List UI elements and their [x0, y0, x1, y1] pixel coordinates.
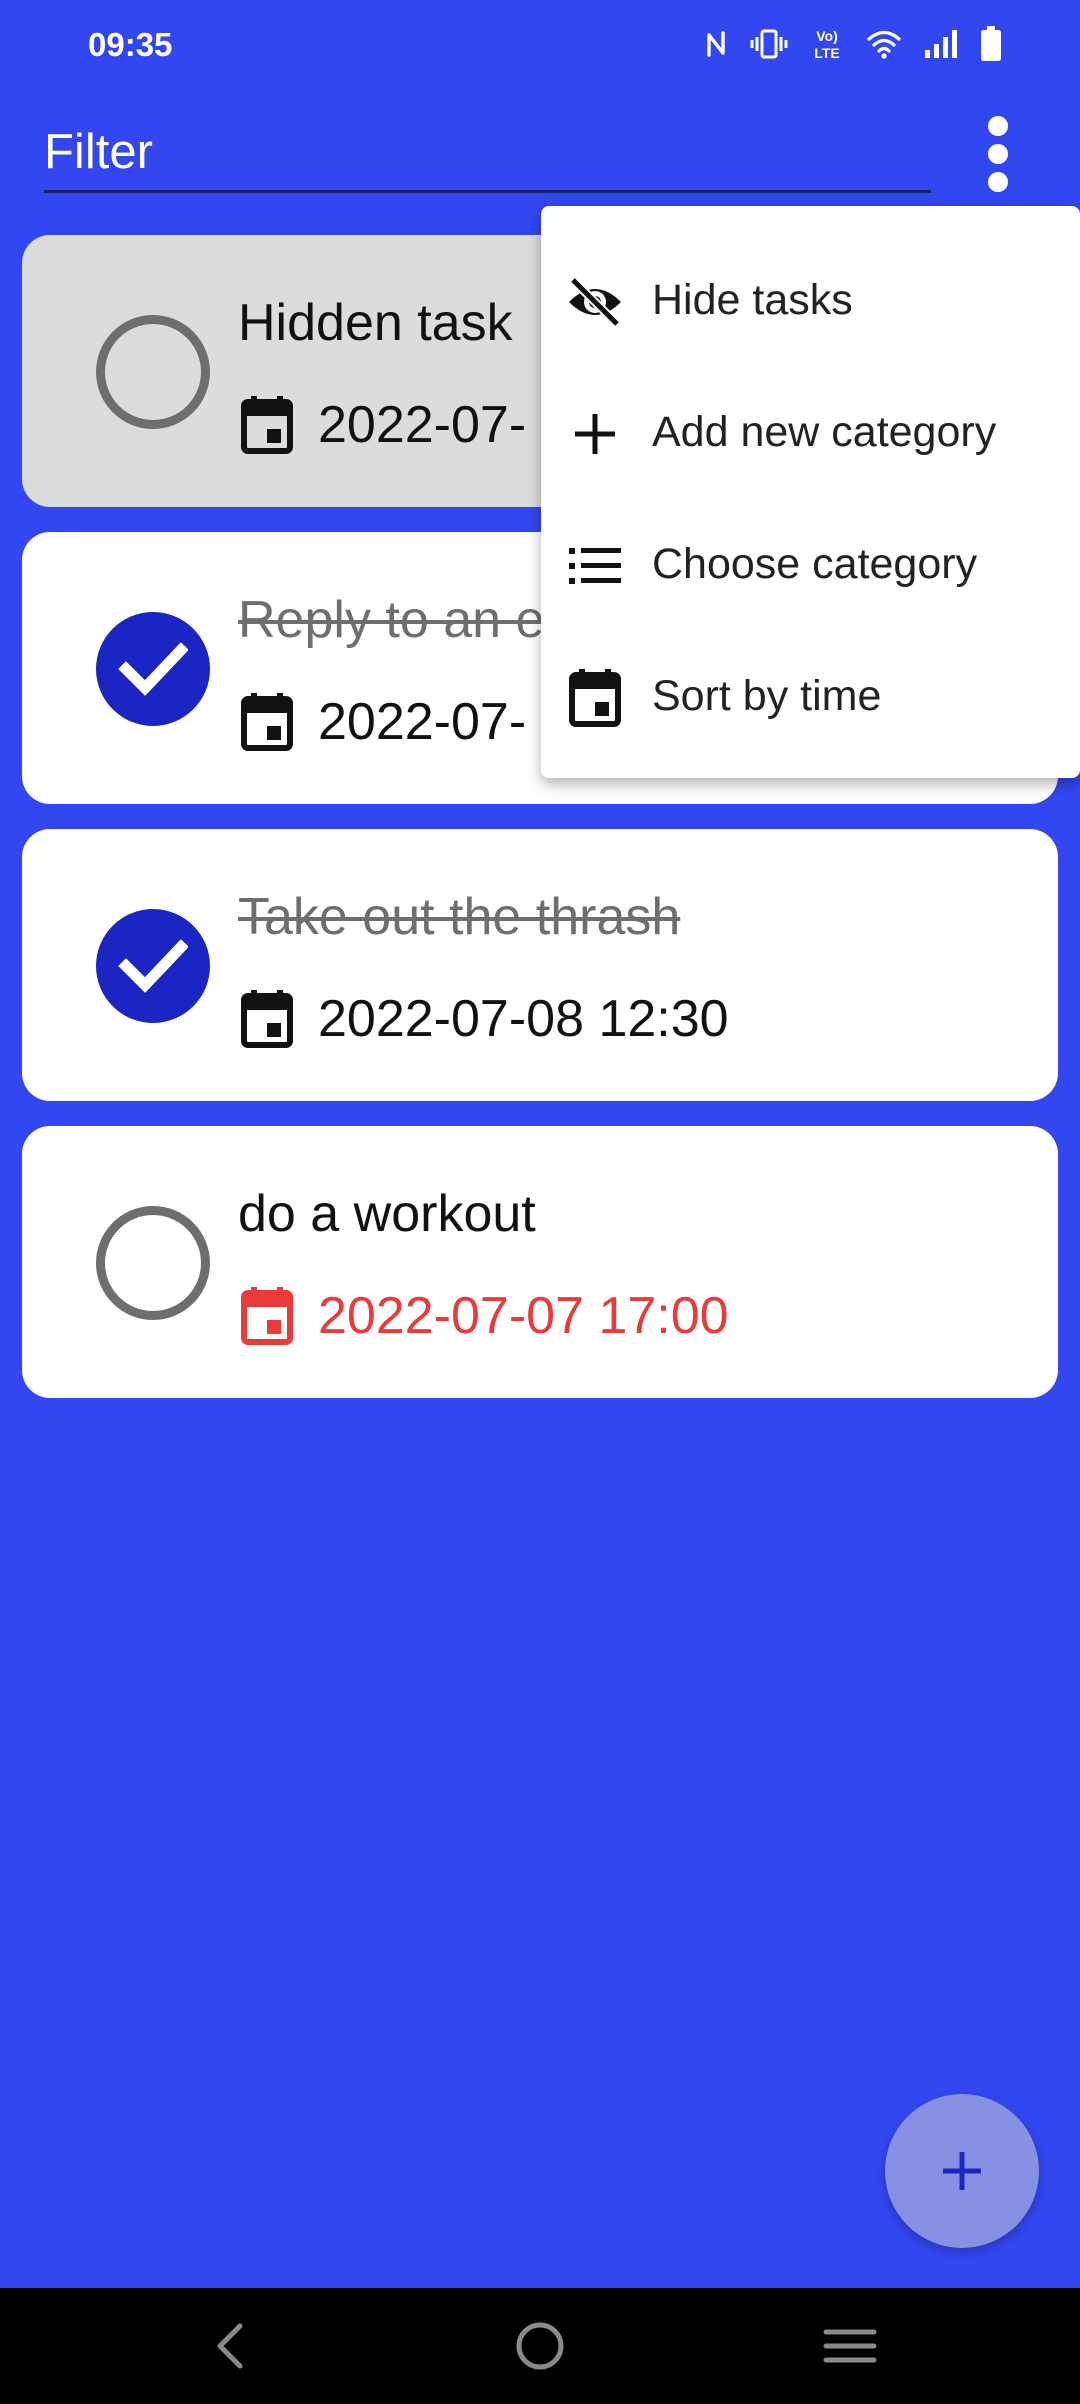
add-task-fab[interactable]	[885, 2094, 1039, 2248]
task-date-row: 2022-07-08 12:30	[240, 987, 729, 1051]
filter-field[interactable]	[44, 118, 931, 193]
eye-off-icon	[569, 276, 621, 328]
task-date: 2022-07-	[318, 693, 527, 751]
nfc-icon	[707, 31, 725, 57]
menu-label: Hide tasks	[652, 275, 853, 324]
nav-menu-button[interactable]	[820, 2318, 880, 2374]
menu-label: Add new category	[652, 407, 997, 456]
task-card-do-a-workout[interactable]: do a workout 2022-07-07 17:00	[22, 1126, 1058, 1398]
calendar-icon	[241, 693, 293, 751]
task-card-take-out-thrash[interactable]: Take out the thrash 2022-07-08 12:30	[22, 829, 1058, 1101]
calendar-icon	[241, 1287, 293, 1345]
task-title: Take out the thrash	[238, 888, 681, 946]
task-checkbox[interactable]	[96, 612, 210, 726]
overflow-menu-button[interactable]	[968, 104, 1028, 204]
calendar-icon	[241, 396, 293, 454]
volte-text-top: Vo)	[816, 28, 838, 44]
signal-icon	[925, 30, 957, 58]
task-checkbox[interactable]	[96, 1206, 210, 1320]
task-date: 2022-07-	[318, 396, 527, 454]
task-date-row: 2022-07-	[240, 393, 526, 457]
task-date-row: 2022-07-07 17:00	[240, 1284, 729, 1348]
menu-item-hide-tasks[interactable]: Hide tasks	[541, 234, 1080, 366]
volte-text-bottom: LTE	[814, 45, 839, 61]
back-icon	[217, 2323, 243, 2369]
task-checkbox[interactable]	[96, 909, 210, 1023]
menu-item-choose-category[interactable]: Choose category	[541, 498, 1080, 630]
navigation-bar	[0, 2288, 1080, 2404]
calendar-icon	[241, 990, 293, 1048]
check-icon	[118, 642, 188, 696]
task-title: do a workout	[238, 1185, 536, 1243]
status-time: 09:35	[88, 26, 173, 63]
menu-item-sort-by-time[interactable]: Sort by time	[541, 630, 1080, 762]
nav-home-button[interactable]	[510, 2318, 570, 2374]
task-date: 2022-07-08 12:30	[318, 990, 729, 1048]
menu-item-add-new-category[interactable]: Add new category	[541, 366, 1080, 498]
plus-icon	[575, 414, 615, 454]
filter-input[interactable]	[44, 118, 931, 186]
more-vertical-icon	[988, 116, 1008, 192]
menu-label: Choose category	[652, 539, 978, 588]
plus-icon	[943, 2152, 981, 2190]
task-date-row: 2022-07-	[240, 690, 526, 754]
overflow-menu: Hide tasks Add new category Choose categ…	[541, 206, 1080, 778]
battery-icon	[981, 26, 1001, 61]
status-icons: Vo) LTE	[704, 22, 1002, 66]
calendar-icon	[569, 669, 621, 727]
menu-icon	[823, 2329, 877, 2363]
vibrate-icon	[750, 29, 788, 59]
home-icon	[516, 2322, 564, 2370]
volte-icon: Vo) LTE	[814, 28, 839, 61]
check-icon	[118, 939, 188, 993]
menu-label: Sort by time	[652, 671, 882, 720]
wifi-icon	[867, 30, 901, 59]
status-bar: 09:35 Vo) LTE	[0, 0, 1080, 90]
nav-back-button[interactable]	[200, 2318, 260, 2374]
task-title: Reply to an e	[238, 591, 545, 649]
task-date: 2022-07-07 17:00	[318, 1287, 729, 1345]
task-title: Hidden task	[238, 294, 513, 352]
task-checkbox[interactable]	[96, 315, 210, 429]
list-icon	[569, 548, 621, 584]
